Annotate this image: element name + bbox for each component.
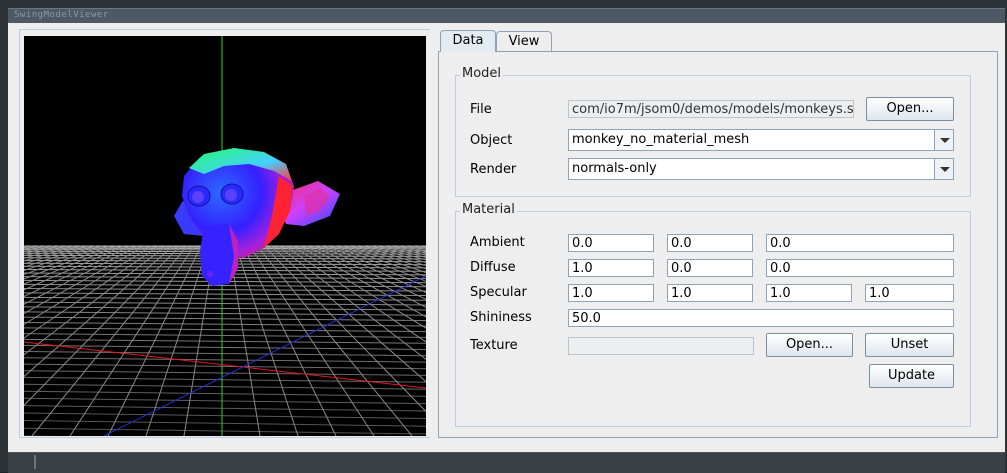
specular-b-field[interactable]: 1.0	[766, 284, 852, 302]
3d-viewport[interactable]	[24, 36, 426, 436]
shininess-label: Shininess	[470, 310, 532, 325]
object-label: Object	[470, 133, 512, 148]
ambient-label: Ambient	[470, 235, 525, 250]
tab-data[interactable]: Data	[440, 30, 496, 52]
properties-tabs: Data View Model File com/io7m/jsom0/demo…	[438, 29, 998, 437]
specular-r-field[interactable]: 1.0	[568, 284, 654, 302]
specular-g-field[interactable]: 1.0	[667, 284, 753, 302]
file-path-field[interactable]: com/io7m/jsom0/demos/models/monkeys.so0	[568, 100, 854, 118]
tab-view[interactable]: View	[496, 31, 552, 52]
chevron-down-icon[interactable]	[934, 130, 953, 150]
object-select-value: monkey_no_material_mesh	[572, 132, 749, 147]
specular-label: Specular	[470, 285, 527, 300]
object-select[interactable]: monkey_no_material_mesh	[568, 129, 954, 151]
split-divider[interactable]	[430, 23, 437, 452]
resize-grip[interactable]	[34, 455, 36, 469]
chevron-down-icon[interactable]	[934, 159, 953, 179]
diffuse-g-field[interactable]: 0.0	[667, 259, 753, 277]
window-content: Data View Model File com/io7m/jsom0/demo…	[8, 23, 1005, 452]
texture-path-field[interactable]	[568, 337, 754, 355]
ambient-r-field[interactable]: 0.0	[568, 234, 654, 252]
app-window: SwingModelViewer	[0, 0, 1007, 472]
material-group: Material Ambient 0.0 0.0 0.0 Diffuse 1.0…	[455, 211, 971, 427]
specular-a-field[interactable]: 1.0	[865, 284, 954, 302]
data-tab-panel: Model File com/io7m/jsom0/demos/models/m…	[438, 51, 998, 438]
diffuse-b-field[interactable]: 0.0	[766, 259, 954, 277]
viewport-panel	[19, 29, 432, 438]
window-title: SwingModelViewer	[14, 10, 109, 20]
texture-label: Texture	[470, 338, 518, 353]
ambient-g-field[interactable]: 0.0	[667, 234, 753, 252]
open-texture-button[interactable]: Open...	[766, 333, 853, 357]
shininess-field[interactable]: 50.0	[568, 309, 954, 327]
render-select-value: normals-only	[572, 161, 657, 176]
title-bar[interactable]: SwingModelViewer	[8, 8, 1005, 23]
file-label: File	[470, 102, 492, 117]
model-group-title: Model	[460, 66, 503, 81]
diffuse-label: Diffuse	[470, 260, 516, 275]
unset-texture-button[interactable]: Unset	[865, 333, 954, 357]
diffuse-r-field[interactable]: 1.0	[568, 259, 654, 277]
ambient-b-field[interactable]: 0.0	[766, 234, 954, 252]
update-button[interactable]: Update	[869, 364, 954, 388]
3d-scene	[24, 36, 426, 436]
material-group-title: Material	[460, 202, 517, 217]
render-label: Render	[470, 162, 516, 177]
status-bar	[8, 452, 1005, 473]
model-group: Model File com/io7m/jsom0/demos/models/m…	[455, 75, 971, 197]
render-select[interactable]: normals-only	[568, 158, 954, 180]
open-model-button[interactable]: Open...	[866, 97, 954, 121]
